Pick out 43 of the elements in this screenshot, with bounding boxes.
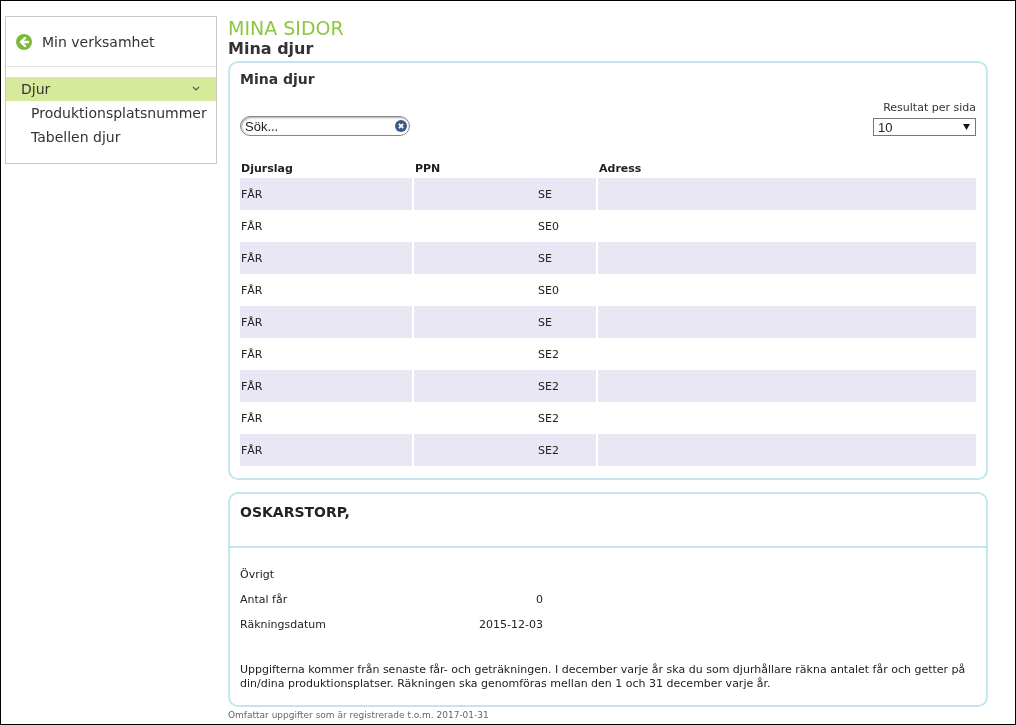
table-cell-text: FÅR — [240, 282, 264, 299]
field-label: Räkningsdatum — [240, 618, 327, 631]
dropdown-arrow-icon — [963, 124, 970, 130]
table-cell: SE — [414, 306, 596, 338]
table-cell: SE — [414, 242, 596, 274]
table-cell: FÅR — [240, 434, 412, 466]
search-field[interactable]: Sök... — [240, 116, 410, 136]
info-text: Uppgifterna kommer från senaste får- och geträkningen. I december varje år ska du som djurhållare räkna antalet får och getter på din/dina produktionsplatser. Räkningen ska genomföras mellan den 1 och 31 december varje år. — [240, 663, 967, 691]
table-cell-text: SE2 — [537, 346, 560, 363]
field-value: 2015-12-03 — [478, 618, 543, 631]
field-label: Antal får — [240, 593, 289, 606]
chevron-down-icon — [192, 86, 200, 92]
table-cell-text: FÅR — [240, 218, 264, 235]
panel-title: Mina djur — [240, 71, 316, 87]
field-label: Övrigt — [240, 568, 276, 581]
table-cell-text: SE0 — [537, 218, 560, 235]
page-size-label: Resultat per sida — [883, 101, 976, 114]
table-cell-text: SE0 — [537, 282, 560, 299]
footer-note: Omfattar uppgifter som är registrerade t.o.m. 2017-01-31 — [228, 710, 490, 720]
page-size-select[interactable]: 10 — [873, 118, 976, 136]
column-header: PPN — [414, 162, 442, 177]
page-title: Mina djur — [228, 39, 315, 59]
table-cell-text: FÅR — [240, 410, 264, 427]
table-cell: FÅR — [240, 242, 412, 274]
farm-title: OSKARSTORP, — [230, 494, 986, 548]
section-title: MINA SIDOR — [228, 17, 345, 39]
clear-icon[interactable] — [395, 120, 407, 132]
nav-item[interactable]: Djur — [6, 77, 216, 101]
back-link[interactable]: Min verksamhet — [6, 17, 216, 67]
table-cell: SE — [414, 178, 596, 210]
table-cell: SE2 — [414, 434, 596, 466]
back-arrow-icon — [16, 34, 32, 50]
table-cell: SE2 — [414, 370, 596, 402]
table-cell-text: FÅR — [240, 346, 264, 363]
field-value: 0 — [535, 593, 543, 606]
table-cell: FÅR — [240, 306, 412, 338]
table-cell-text: SE2 — [537, 410, 560, 427]
nav-subitem[interactable]: Tabellen djur — [6, 125, 216, 149]
column-header: Djurslag — [240, 162, 294, 177]
nav-subitem[interactable]: Produktionsplatsnummer — [6, 101, 216, 125]
table-cell: FÅR — [240, 178, 412, 210]
table-cell: FÅR — [240, 370, 412, 402]
column-header: Adress — [598, 162, 643, 177]
